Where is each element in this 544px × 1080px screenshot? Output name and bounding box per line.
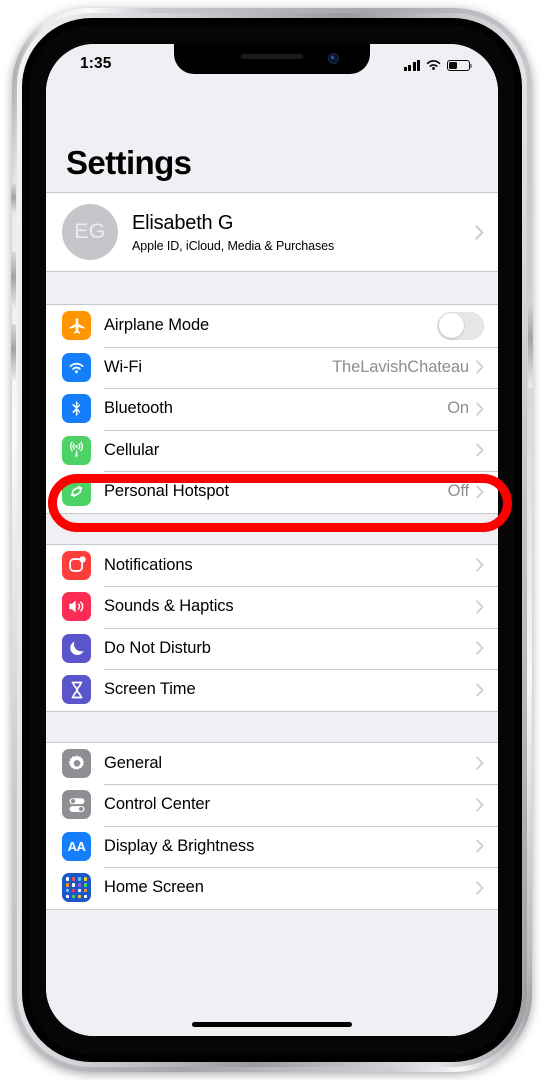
settings-row-value: On [447, 399, 469, 418]
apple-account-row[interactable]: EG Elisabeth G Apple ID, iCloud, Media &… [46, 193, 498, 271]
settings-row-label: Screen Time [104, 680, 196, 699]
hotspot-link-icon [62, 477, 91, 507]
gear-icon [62, 748, 91, 778]
notifications-badge-icon [62, 550, 91, 580]
settings-row-value: Off [447, 482, 470, 501]
app-grid-icon [62, 873, 91, 903]
volume-down-button[interactable] [11, 324, 16, 380]
settings-row-cellular[interactable]: Cellular [46, 429, 498, 471]
settings-row-label: Do Not Disturb [104, 638, 211, 657]
settings-row-home-screen[interactable]: Home Screen [46, 867, 498, 909]
settings-row-label: Personal Hotspot [104, 482, 229, 501]
iphone-screen: Settings EG Elisabeth G Apple ID, iCloud… [46, 44, 498, 1036]
aa-text-icon: AA [62, 831, 91, 861]
settings-row-display-brightness[interactable]: AA Display & Brightness [46, 825, 498, 867]
settings-app: Settings EG Elisabeth G Apple ID, iCloud… [46, 44, 498, 1036]
settings-row-general[interactable]: General [46, 742, 498, 784]
settings-row-label: Display & Brightness [104, 836, 255, 855]
settings-row-label: Home Screen [104, 878, 204, 897]
silent-switch[interactable] [11, 184, 16, 214]
wifi-icon [62, 352, 91, 382]
settings-row-label: General [104, 753, 163, 772]
settings-row-label: Sounds & Haptics [104, 597, 234, 616]
settings-row-wifi[interactable]: Wi-Fi TheLavishChateau [46, 346, 498, 388]
airplane-icon [62, 311, 91, 341]
front-camera [328, 53, 339, 64]
system-group: General Control Center AA Display & Brig… [46, 741, 498, 910]
settings-row-value: TheLavishChateau [332, 357, 469, 376]
airplane-mode-toggle[interactable] [437, 311, 484, 340]
volume-up-button[interactable] [11, 252, 16, 308]
chevron-right-icon [476, 798, 484, 812]
settings-row-label: Wi-Fi [104, 357, 142, 376]
chevron-right-icon [476, 683, 484, 697]
bluetooth-icon [62, 394, 91, 424]
chevron-right-icon [476, 402, 484, 416]
earpiece-speaker [241, 54, 303, 59]
iphone-device-frame: Settings EG Elisabeth G Apple ID, iCloud… [11, 8, 533, 1072]
settings-row-label: Airplane Mode [104, 316, 210, 335]
settings-row-notifications[interactable]: Notifications [46, 544, 498, 586]
account-text: Elisabeth G Apple ID, iCloud, Media & Pu… [132, 211, 475, 253]
aa-glyph: AA [67, 838, 86, 854]
settings-row-bluetooth[interactable]: Bluetooth On [46, 388, 498, 430]
power-button[interactable] [528, 298, 533, 388]
settings-row-label: Bluetooth [104, 399, 173, 418]
chevron-right-icon [476, 881, 484, 895]
cellular-antenna-icon [62, 435, 91, 465]
chevron-right-icon [476, 839, 484, 853]
account-group: EG Elisabeth G Apple ID, iCloud, Media &… [46, 192, 498, 272]
speaker-icon [62, 592, 91, 622]
avatar: EG [62, 204, 118, 260]
chevron-right-icon [476, 558, 484, 572]
chevron-right-icon [476, 600, 484, 614]
chevron-right-icon [476, 485, 484, 499]
account-name: Elisabeth G [132, 212, 234, 234]
account-subtitle: Apple ID, iCloud, Media & Purchases [132, 239, 335, 253]
chevron-right-icon [476, 443, 484, 457]
chevron-right-icon [475, 224, 484, 240]
settings-row-control-center[interactable]: Control Center [46, 784, 498, 826]
alerts-group: Notifications Sounds & Haptics Do Not Di… [46, 543, 498, 712]
notch [174, 44, 370, 74]
settings-row-label: Control Center [104, 795, 210, 814]
chevron-right-icon [476, 756, 484, 770]
settings-row-do-not-disturb[interactable]: Do Not Disturb [46, 627, 498, 669]
connectivity-group: Airplane Mode Wi-Fi TheLavishChateau Blu… [46, 304, 498, 514]
settings-row-screen-time[interactable]: Screen Time [46, 669, 498, 711]
settings-row-airplane-mode[interactable]: Airplane Mode [46, 305, 498, 347]
home-indicator[interactable] [192, 1021, 352, 1027]
app-grid-dots [65, 877, 88, 899]
hourglass-icon [62, 675, 91, 705]
settings-row-label: Notifications [104, 555, 193, 574]
moon-icon [62, 633, 91, 663]
toggle-knob [438, 313, 464, 339]
chevron-right-icon [476, 360, 484, 374]
settings-row-personal-hotspot[interactable]: Personal Hotspot Off [46, 471, 498, 513]
toggles-icon [62, 790, 91, 820]
settings-row-sounds-haptics[interactable]: Sounds & Haptics [46, 586, 498, 628]
settings-row-label: Cellular [104, 440, 160, 459]
chevron-right-icon [476, 641, 484, 655]
